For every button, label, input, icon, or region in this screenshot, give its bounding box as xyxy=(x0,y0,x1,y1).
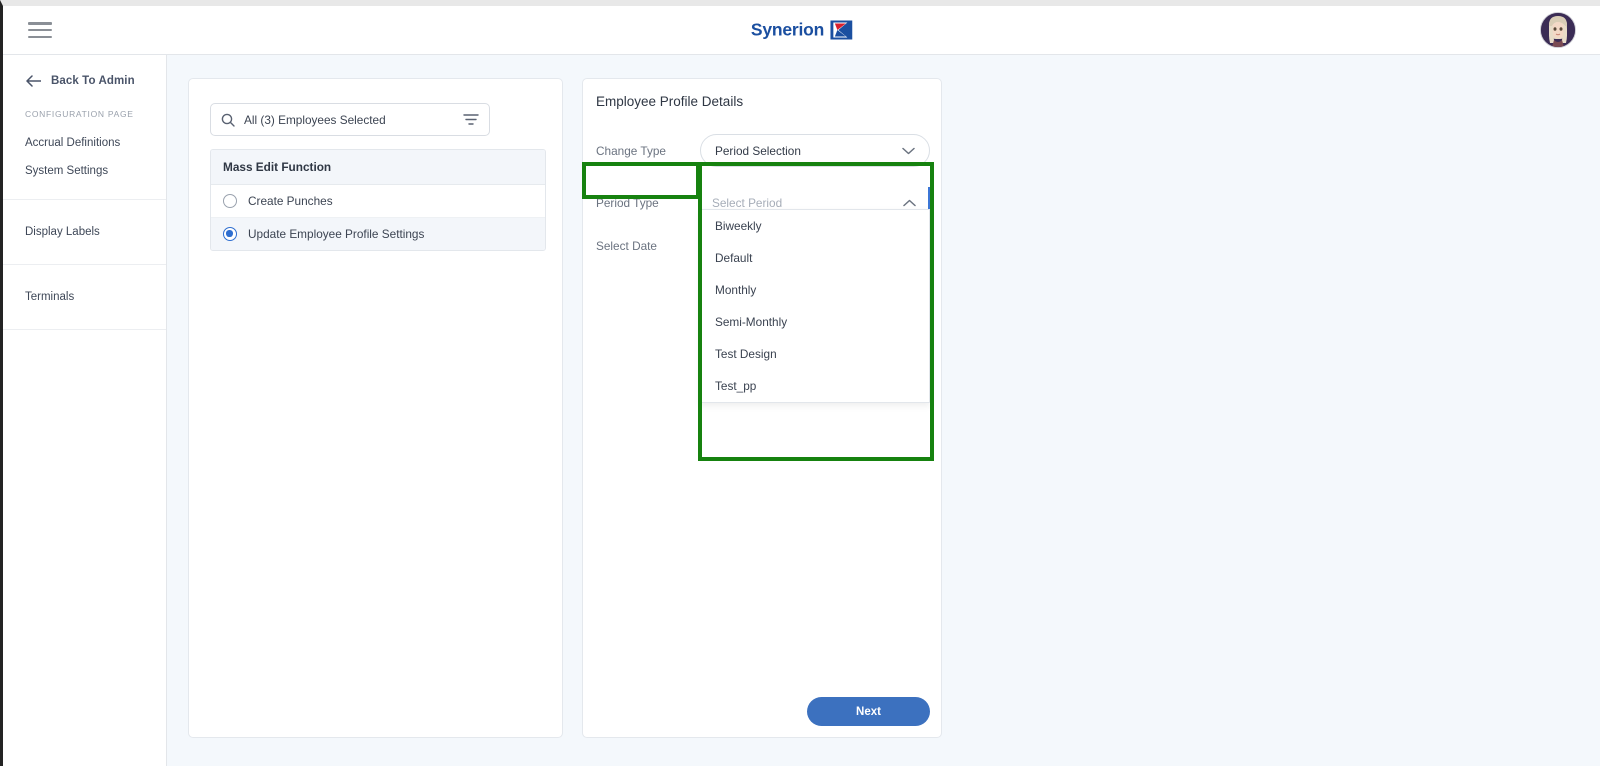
hamburger-menu-icon[interactable] xyxy=(28,22,52,38)
radio-unselected-icon xyxy=(223,194,237,208)
employee-search-box[interactable]: All (3) Employees Selected xyxy=(210,103,490,136)
sidebar-section-display: Display Labels xyxy=(3,200,166,265)
radio-selected-icon xyxy=(223,227,237,241)
brand-name: Synerion xyxy=(750,19,825,40)
back-to-admin-label: Back To Admin xyxy=(51,75,135,87)
sidebar-item-display-labels[interactable]: Display Labels xyxy=(3,218,166,246)
page-title: Employee Profile Details xyxy=(596,94,744,109)
employee-search-value: All (3) Employees Selected xyxy=(244,112,386,127)
dropdown-option-test-design[interactable]: Test Design xyxy=(701,338,929,370)
sidebar-item-terminals[interactable]: Terminals xyxy=(3,283,166,311)
dropdown-option-semi-monthly[interactable]: Semi-Monthly xyxy=(701,306,929,338)
next-button[interactable]: Next xyxy=(807,697,930,726)
mass-edit-option-update-employee-profile-settings[interactable]: Update Employee Profile Settings xyxy=(211,218,545,250)
sidebar-item-system-settings[interactable]: System Settings xyxy=(3,157,166,185)
sidebar-section-configuration: CONFIGURATION PAGE Accrual Definitions S… xyxy=(3,105,166,200)
avatar[interactable] xyxy=(1540,12,1576,48)
brand-logo: Synerion xyxy=(750,19,853,41)
mass-edit-header: Mass Edit Function xyxy=(211,150,545,185)
dropdown-option-biweekly[interactable]: Biweekly xyxy=(701,210,929,242)
mass-edit-option-create-punches[interactable]: Create Punches xyxy=(211,185,545,218)
sidebar: Back To Admin CONFIGURATION PAGE Accrual… xyxy=(3,55,167,766)
change-type-label: Change Type xyxy=(596,143,666,158)
select-date-label: Select Date xyxy=(596,239,657,253)
arrow-left-icon xyxy=(26,75,41,87)
employee-selection-card: All (3) Employees Selected Mass Edit Fun… xyxy=(188,78,563,738)
dropdown-option-default[interactable]: Default xyxy=(701,242,929,274)
dropdown-option-test-pp[interactable]: Test_pp xyxy=(701,370,929,402)
chevron-up-icon xyxy=(903,199,916,206)
mass-edit-function-list: Mass Edit Function Create Punches Update… xyxy=(210,149,546,251)
avatar-image xyxy=(1541,13,1575,47)
sidebar-section-terminals: Terminals xyxy=(3,265,166,330)
sidebar-item-accrual-definitions[interactable]: Accrual Definitions xyxy=(3,129,166,157)
dropdown-option-monthly[interactable]: Monthly xyxy=(701,274,929,306)
filter-icon[interactable] xyxy=(463,113,479,126)
period-type-dropdown-list[interactable]: Biweekly Default Monthly Semi-Monthly Te… xyxy=(700,209,930,403)
period-type-placeholder: Select Period xyxy=(712,195,783,210)
top-header: Synerion xyxy=(3,6,1600,55)
change-type-select[interactable]: Period Selection xyxy=(700,134,930,167)
mass-edit-option-label: Update Employee Profile Settings xyxy=(248,227,425,241)
main-content: All (3) Employees Selected Mass Edit Fun… xyxy=(167,55,1600,766)
chevron-down-icon xyxy=(902,147,915,154)
search-icon xyxy=(221,113,235,127)
synerion-mark-icon xyxy=(830,20,853,40)
app-root: Synerion Back To Admin CONFIGURATION PAG… xyxy=(0,0,1600,766)
change-type-value: Period Selection xyxy=(715,143,801,158)
back-to-admin-link[interactable]: Back To Admin xyxy=(3,55,166,105)
period-type-label: Period Type xyxy=(596,195,659,210)
change-type-row: Change Type Period Selection xyxy=(596,134,930,167)
sidebar-section-heading: CONFIGURATION PAGE xyxy=(25,109,134,119)
mass-edit-option-label: Create Punches xyxy=(248,194,333,208)
employee-profile-details-card: Employee Profile Details Change Type Per… xyxy=(582,78,942,738)
